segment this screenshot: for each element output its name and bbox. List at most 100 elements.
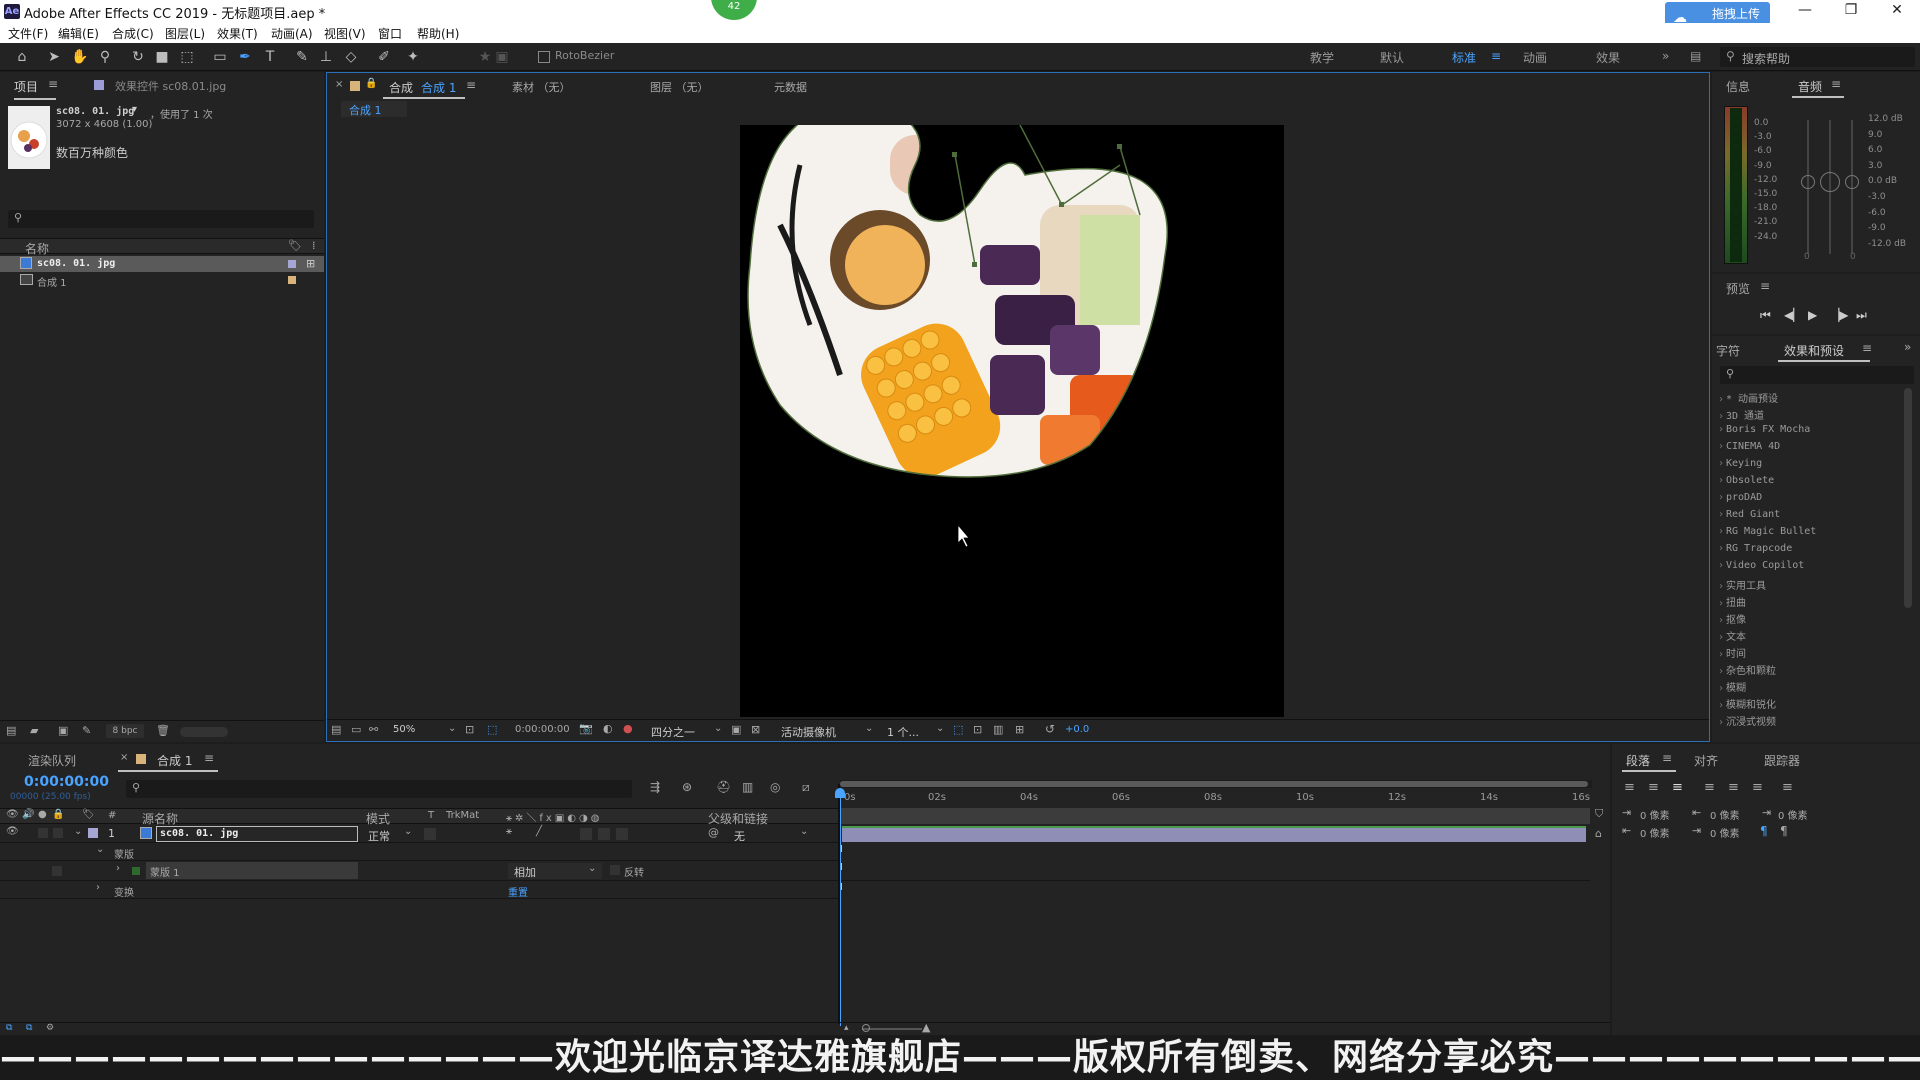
roto-brush-tool-icon[interactable]: ✐ [374,47,394,67]
work-area-range[interactable] [840,781,1588,787]
interpret-footage-icon[interactable]: ▤ [6,724,16,737]
lock-icon[interactable]: 🔒 [52,809,64,820]
mask-group-row[interactable]: ⌄ 蒙版 [0,843,838,861]
new-composition-icon[interactable]: ▣ [58,724,68,737]
label-color-swatch[interactable] [288,276,296,284]
frame-blending-icon[interactable]: ▥ [742,780,753,794]
shy-switch-icon[interactable]: ⚹ [506,826,512,837]
master-slider-knob[interactable] [1820,172,1840,192]
align-left-icon[interactable]: ≡ [1624,780,1635,795]
justify-all-icon[interactable]: ≡ [1782,780,1793,795]
indent-left-value[interactable]: 0 像素 [1640,807,1670,822]
effects-category-item[interactable]: › 3D 通道 [1718,407,1764,422]
effects-category-item[interactable]: › * 动画预设 [1718,390,1778,405]
effects-category-item[interactable]: › 扭曲 [1718,594,1746,609]
pan-behind-tool-icon[interactable]: ⬚ [177,47,197,67]
rotobezier-checkbox[interactable] [538,51,550,63]
fit-icon[interactable]: ⊡ [465,723,474,736]
effects-category-item[interactable]: › 模糊和锐化 [1718,696,1776,711]
menu-animation[interactable]: 动画(A) [271,25,313,42]
layer-mode-select[interactable]: 正常 [368,828,390,844]
mask-visibility-icon[interactable]: ⬚ [487,723,497,736]
mask-color-swatch[interactable] [132,867,140,875]
panel-menu-icon[interactable]: ≡ [48,77,58,91]
align-center-icon[interactable]: ≡ [1648,780,1659,795]
effects-category-item[interactable]: › Red Giant [1718,509,1780,520]
effects-category-item[interactable]: › Keying [1718,458,1762,469]
collapse-mask-icon[interactable]: ⌄ [96,844,104,855]
tab-composition-label[interactable]: 合成 [389,79,413,96]
clone-stamp-tool-icon[interactable]: ⊥ [316,47,336,67]
column-trkmat[interactable]: TrkMat [446,810,479,821]
motion-blur-icon[interactable]: ◎ [770,780,780,794]
toggle-render-time-icon[interactable]: ⚙ [46,1023,54,1033]
quality-switch-icon[interactable]: ╱ [536,826,542,837]
adjust-project-icon[interactable]: ✎ [82,724,91,737]
effects-category-item[interactable]: › Video Copilot [1718,560,1804,571]
right-channel-slider-knob[interactable] [1845,175,1859,189]
effects-category-item[interactable]: › RG Trapcode [1718,543,1792,554]
justify-right-icon[interactable]: ≡ [1752,780,1763,795]
effects-category-item[interactable]: › 文本 [1718,628,1746,643]
close-tab-icon[interactable]: × [335,79,343,90]
camera-tool-icon[interactable]: ■ [152,47,172,67]
effects-category-item[interactable]: › CINEMA 4D [1718,441,1780,452]
motion-blur-toggle[interactable] [580,828,592,840]
right-to-left-icon[interactable]: ¶ [1780,824,1788,838]
column-name[interactable]: 名称 [25,240,49,257]
work-area-bar[interactable] [840,780,1592,788]
minimize-icon[interactable]: — [1782,0,1828,23]
panel-menu-icon[interactable]: ≡ [466,78,476,92]
layer-label-color[interactable] [88,828,98,838]
mask-mode-select[interactable]: 相加 ⌄ [508,863,602,879]
menu-edit[interactable]: 编辑(E) [58,25,99,42]
breadcrumb-comp[interactable]: 合成 1 [349,102,382,118]
menu-view[interactable]: 视图(V) [324,25,366,42]
rectangle-tool-icon[interactable]: ▭ [210,47,230,67]
pick-whip-icon[interactable]: @ [708,826,719,839]
timeline-zoom-slider[interactable] [862,1028,922,1030]
solo-icon[interactable]: ● [38,809,47,820]
bit-depth-button[interactable]: 8 bpc [106,724,144,738]
project-item-row[interactable]: 合成 1 [0,272,324,289]
graph-editor-icon[interactable]: ⧄ [802,780,810,795]
transform-row[interactable]: › 变换 重置 [0,881,838,899]
lock-icon[interactable]: 🔒 [365,78,377,89]
toggle-modes-icon[interactable]: ⧉ [26,1023,32,1033]
effects-category-item[interactable]: › 沉浸式视频 [1718,713,1776,728]
tab-tracker[interactable]: 跟踪器 [1764,752,1800,769]
solo-toggle[interactable] [38,828,48,838]
workspace-default[interactable]: 默认 [1380,49,1404,66]
tab-effect-controls[interactable]: 效果控件 sc08.01.jpg [115,78,226,94]
viewer-timecode[interactable]: 0:00:00:00 [515,724,570,735]
transparency-grid-icon[interactable]: ⊠ [751,723,760,736]
effects-category-item[interactable]: › 实用工具 [1718,577,1766,592]
pixel-aspect-icon[interactable]: ⬚ [953,723,963,736]
workspace-animation[interactable]: 动画 [1523,49,1547,66]
tab-align[interactable]: 对齐 [1694,752,1718,769]
indent-right-value[interactable]: 0 像素 [1640,825,1670,840]
chevron-down-icon[interactable]: ⌄ [714,723,722,734]
chevron-down-icon[interactable]: ⌄ [448,723,456,734]
lock-toggle[interactable] [53,828,63,838]
current-time-indicator[interactable] [840,788,841,1026]
selection-tool-icon[interactable]: ➤ [44,47,64,67]
preserve-transparency-toggle[interactable] [424,828,436,840]
eraser-tool-icon[interactable]: ◇ [341,47,361,67]
more-panels-icon[interactable]: » [1904,340,1911,354]
workspace-panel-icon[interactable]: ▤ [1690,49,1701,63]
menu-effect[interactable]: 效果(T) [217,25,258,42]
expand-layer-icon[interactable]: ⌄ [74,826,82,837]
mask-lock-toggle[interactable] [52,866,62,876]
menu-file[interactable]: 文件(F) [8,25,48,42]
asset-dropdown-icon[interactable]: ▾ [132,104,137,115]
menu-layer[interactable]: 图层(L) [165,25,205,42]
mask-name-field[interactable]: 蒙版 1 [146,862,358,879]
zoom-in-icon[interactable]: ▲ [922,1021,930,1034]
last-frame-icon[interactable]: ⏭ [1856,308,1867,323]
effects-category-item[interactable]: › proDAD [1718,492,1762,503]
home-icon[interactable]: ⌂ [12,47,32,67]
switches-icons[interactable]: ⚹✲＼fx▣◐◑◍ [506,809,602,824]
tab-info[interactable]: 信息 [1726,78,1750,95]
previous-frame-icon[interactable]: ◀▏ [1784,308,1802,322]
